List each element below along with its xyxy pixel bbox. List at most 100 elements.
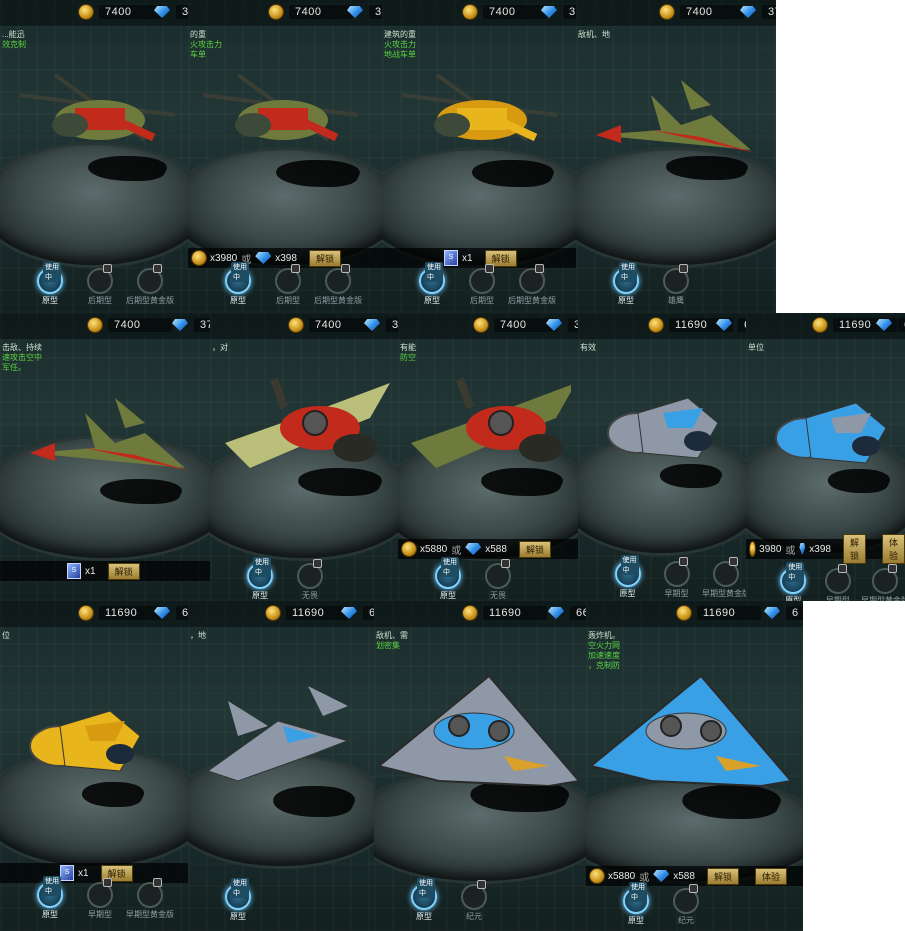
radar-icon: 使用中 [623, 882, 649, 914]
variant-tab[interactable]: 早期型 [821, 564, 856, 601]
aircraft-panel: 11690 6 有效 使用中 原型 早期型 早期型黄金版 [578, 313, 746, 601]
variant-tab[interactable]: 后期型黄金版 [508, 264, 556, 306]
unlock-cost-bar: Sx1 解锁 [382, 248, 576, 268]
cockpit [52, 113, 88, 137]
description-line: 速攻击空中 [2, 353, 42, 362]
variant-tabs: 使用中 原型 早期型 早期型黄金版 [0, 876, 188, 920]
gem-icon [716, 319, 732, 331]
coin-icon [266, 606, 280, 620]
coin-amount: 7400 [680, 5, 744, 19]
variant-label: 后期型 [276, 296, 300, 305]
description-line: 敌机、需 [376, 631, 408, 640]
variant-tab[interactable]: 使用中 原型 [776, 562, 811, 601]
description-line: 单位 [748, 343, 764, 352]
gem-counter: 66 [548, 606, 586, 620]
aircraft-panel: 7400 3 建筑的重 火攻击力 地战车单 Sx1 解锁 使用中 原型 后期型 后期型 [382, 0, 576, 313]
try-button[interactable]: 体验 [754, 867, 787, 885]
coin-icon [813, 318, 827, 332]
lock-icon [535, 264, 544, 273]
variant-label: 原型 [628, 916, 644, 925]
variant-tab[interactable]: 使用中 原型 [412, 262, 452, 306]
gem-amount: 66 [176, 606, 188, 620]
currency-bar: 7400 3 [0, 0, 188, 26]
variant-tab[interactable]: 使用中 原型 [404, 878, 444, 922]
aircraft-panel: 11690 66 敌机、需划密集 使用中 原型 纪元 [374, 601, 586, 931]
variant-label: 后期型黄金版 [508, 296, 556, 305]
unlock-button[interactable]: 解锁 [842, 534, 866, 564]
try-button[interactable]: 体验 [881, 534, 905, 564]
gem-icon [799, 543, 806, 555]
variant-tab[interactable]: 后期型 [80, 264, 120, 306]
variant-tab[interactable]: 早期型黄金版 [861, 564, 905, 601]
lock-icon [153, 878, 162, 887]
variant-tab[interactable]: 使用中 原型 [218, 262, 258, 306]
gem-icon [465, 543, 482, 555]
variant-tab[interactable]: 使用中 原型 [240, 557, 280, 601]
gem-price: x588 [485, 543, 507, 555]
gem-counter: 6 [341, 606, 374, 620]
unlock-button[interactable]: 解锁 [706, 867, 739, 885]
variant-tab[interactable]: 早期型黄金版 [126, 878, 174, 920]
coin-amount: 7400 [108, 318, 172, 332]
variant-tab[interactable]: 早期型黄金版 [702, 557, 746, 599]
description-line: 火攻击力 [384, 40, 416, 49]
aircraft-model [379, 674, 579, 786]
variant-tab[interactable]: 使用中 原型 [608, 555, 647, 599]
variant-tab[interactable]: 使用中 原型 [616, 882, 656, 926]
variant-tab[interactable]: 雄鹰 [656, 264, 696, 306]
variant-label: 原型 [424, 296, 440, 305]
gem-counter: 378 [546, 318, 578, 332]
radar-icon: 使用中 [37, 262, 63, 294]
variant-label: 早期型 [825, 596, 850, 601]
variant-tab[interactable]: 使用中 原型 [218, 878, 258, 922]
fighter-wing [308, 686, 348, 716]
gem-icon [364, 319, 380, 331]
coin-counter: 11690 [266, 606, 350, 620]
variant-label: 后期型黄金版 [314, 296, 362, 305]
in-use-badge: 使用中 [43, 876, 61, 896]
variant-tab[interactable]: 早期型 [80, 878, 120, 920]
variant-tabs: 使用中 原型 [188, 878, 374, 922]
description-line: 轰炸机。 [588, 631, 620, 640]
unlock-button[interactable]: 解锁 [518, 540, 551, 558]
aircraft-model [19, 73, 175, 142]
description-line: 的重 [190, 30, 206, 39]
variant-tab[interactable]: 后期型 [462, 264, 502, 306]
variant-tab[interactable]: 使用中 原型 [30, 262, 70, 306]
variant-tab[interactable]: 后期型黄金版 [314, 264, 362, 306]
variant-tabs: 使用中 原型 后期型 后期型黄金版 [382, 262, 576, 306]
variant-tab[interactable]: 无畏 [290, 559, 330, 601]
variant-tabs: 使用中 原型 早期型 早期型黄金版 [746, 562, 905, 601]
variant-tab[interactable]: 后期型黄金版 [126, 264, 174, 306]
currency-bar: 7400 378 [576, 0, 776, 26]
variant-tab[interactable]: 无畏 [478, 559, 518, 601]
coin-icon [474, 318, 488, 332]
or-label: 或 [451, 545, 462, 557]
variant-tab[interactable]: 纪元 [666, 884, 706, 926]
lock-icon [689, 884, 698, 893]
propeller-icon [488, 410, 514, 436]
variant-tab[interactable]: 使用中 原型 [428, 557, 468, 601]
coin-price: x5880 [420, 543, 448, 555]
lock-icon [291, 264, 300, 273]
variant-tab[interactable]: 纪元 [454, 880, 494, 922]
unlock-button[interactable]: 解锁 [107, 562, 140, 580]
jet-wing [115, 398, 145, 428]
variant-label: 早期型 [88, 910, 112, 919]
or-label: 或 [785, 545, 796, 557]
gem-amount: 3 [176, 5, 188, 19]
variant-tab[interactable]: 后期型 [268, 264, 308, 306]
aircraft-panel: 11690 6 轰炸机。 空火力网 加速速度 ，克制防 x5880 或 x588 解锁 体验 … [586, 601, 803, 931]
variant-tab[interactable]: 使用中 原型 [30, 876, 70, 920]
unlock-button[interactable]: 解锁 [308, 249, 341, 267]
gem-icon [541, 6, 557, 18]
lock-icon [477, 880, 486, 889]
aircraft-model [775, 402, 887, 464]
variant-tab[interactable]: 使用中 原型 [606, 262, 646, 306]
aircraft-description: 有效 [580, 343, 596, 353]
aircraft-description: 建筑的重 火攻击力 地战车单 [384, 30, 416, 60]
aircraft-description: 位 [2, 631, 10, 641]
variant-tab[interactable]: 早期型 [657, 557, 696, 599]
coin-price: 3980 [759, 543, 782, 555]
variant-label: 后期型 [88, 296, 112, 305]
